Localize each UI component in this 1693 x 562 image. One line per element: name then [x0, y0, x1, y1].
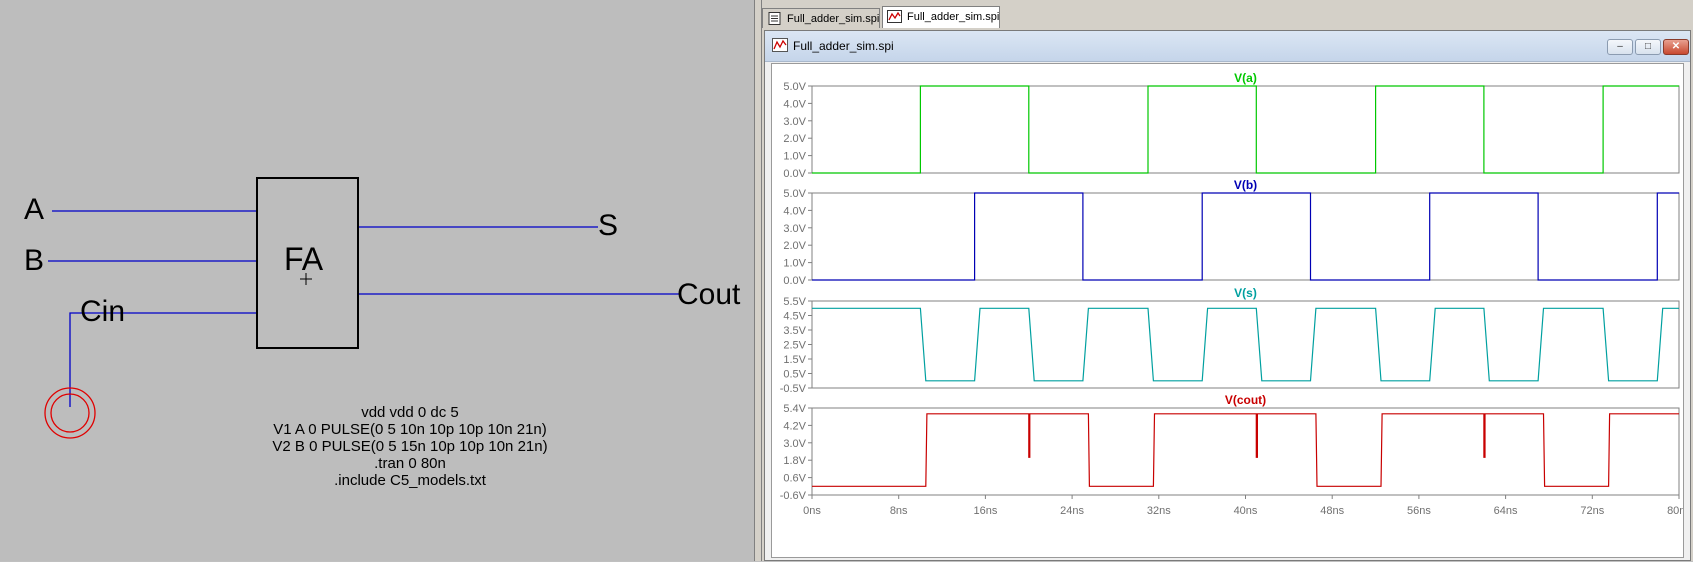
y-tick-label: 5.4V [783, 403, 806, 415]
waveform-pane-2[interactable]: V(s) 5.5V 4.5V 3.5V 2.5V 1.5V 0.5V -0.5V [780, 286, 1680, 395]
y-tick-label: 4.5V [783, 311, 806, 323]
directive-line: vdd vdd 0 dc 5 [361, 404, 459, 421]
y-tick-label: 4.0V [783, 205, 806, 217]
waveform-icon [887, 10, 902, 23]
waveform-window: Full_adder_sim.spi – □ ✕ V(a) 5.0V 4.0V 3.0… [764, 30, 1691, 561]
y-tick-label: 0.5V [783, 369, 806, 381]
x-tick-label: 40ns [1234, 505, 1258, 517]
y-tick-label: 5.0V [783, 81, 806, 93]
x-tick-label: 8ns [890, 505, 908, 517]
pin-label-cin[interactable]: Cin [80, 295, 125, 329]
window-titlebar[interactable]: Full_adder_sim.spi – □ ✕ [765, 31, 1690, 62]
y-tick-label: 0.0V [783, 168, 806, 180]
pane-splitter[interactable] [754, 0, 762, 561]
y-tick-label: 2.5V [783, 340, 806, 352]
schematic-canvas[interactable]: A B Cin S Cout FA vdd vdd 0 dc 5 V1 A 0 … [0, 0, 754, 561]
y-tick-label: 1.0V [783, 151, 806, 163]
plot-frame [811, 192, 1680, 281]
directive-line: .include C5_models.txt [334, 472, 486, 489]
tab-netlist-label: Full_adder_sim.spi [787, 13, 880, 25]
y-tick-label: 4.2V [783, 420, 806, 432]
tab-bar: Full_adder_sim.spi Full_adder_sim.spi [762, 6, 1693, 28]
trace-line [812, 85, 1679, 174]
x-tick-label: 72ns [1580, 505, 1604, 517]
plot-area[interactable]: V(a) 5.0V 4.0V 3.0V 2.0V 1.0V 0.0V V(b) 5.0V 4.0V… [771, 63, 1692, 558]
directive-line: .tran 0 80n [374, 455, 446, 472]
directive-line: V1 A 0 PULSE(0 5 10n 10p 10p 10n 21n) [273, 421, 547, 438]
restore-button[interactable]: □ [1635, 39, 1661, 55]
y-tick-label: -0.5V [780, 383, 807, 395]
trace-title[interactable]: V(cout) [1225, 393, 1266, 407]
y-tick-label: 3.0V [783, 438, 806, 450]
tab-waveform-label: Full_adder_sim.spi [907, 11, 1000, 23]
waveform-pane-1[interactable]: V(b) 5.0V 4.0V 3.0V 2.0V 1.0V 0.0V [783, 178, 1680, 287]
tab-netlist[interactable]: Full_adder_sim.spi [762, 8, 880, 28]
directive-line: V2 B 0 PULSE(0 5 15n 10p 10p 10n 21n) [272, 438, 548, 455]
plot-frame [811, 407, 1680, 496]
pin-label-b[interactable]: B [24, 244, 44, 278]
y-tick-label: 2.0V [783, 240, 806, 252]
minimize-button[interactable]: – [1607, 39, 1633, 55]
pin-label-s[interactable]: S [598, 209, 618, 243]
y-tick-label: 2.0V [783, 133, 806, 145]
y-tick-label: 0.0V [783, 275, 806, 287]
plot-frame [811, 85, 1680, 174]
x-tick-label: 56ns [1407, 505, 1431, 517]
trace-line [812, 192, 1679, 281]
window-title: Full_adder_sim.spi [793, 39, 894, 53]
waveform-pane-3[interactable]: V(cout) 5.4V 4.2V 3.0V 1.8V 0.6V -0.6V 0ns 8ns 16… [780, 393, 1692, 517]
waveform-plots: V(a) 5.0V 4.0V 3.0V 2.0V 1.0V 0.0V V(b) 5.0V 4.0V… [780, 71, 1692, 517]
y-tick-label: 1.5V [783, 354, 806, 366]
waveform-pane: Full_adder_sim.spi Full_adder_sim.spi Fu… [762, 0, 1693, 561]
y-tick-label: 3.0V [783, 116, 806, 128]
netlist-file-icon [768, 12, 781, 25]
y-tick-label: 3.0V [783, 223, 806, 235]
y-tick-label: 3.5V [783, 325, 806, 337]
x-tick-label: 80ns [1667, 505, 1683, 517]
x-tick-label: 0ns [803, 505, 821, 517]
waveform-pane-0[interactable]: V(a) 5.0V 4.0V 3.0V 2.0V 1.0V 0.0V [783, 71, 1680, 180]
trace-title[interactable]: V(b) [1234, 178, 1257, 192]
full-adder-label: FA [284, 241, 324, 277]
waveform-window-icon [772, 38, 788, 52]
trace-line [812, 413, 1679, 487]
close-button[interactable]: ✕ [1663, 39, 1689, 55]
y-tick-label: 5.5V [783, 296, 806, 308]
trace-title[interactable]: V(a) [1234, 71, 1257, 85]
x-tick-label: 64ns [1494, 505, 1518, 517]
pin-label-a[interactable]: A [24, 193, 44, 227]
x-tick-label: 24ns [1060, 505, 1084, 517]
y-tick-label: 0.6V [783, 473, 806, 485]
spice-directive[interactable]: vdd vdd 0 dc 5 V1 A 0 PULSE(0 5 10n 10p … [240, 404, 580, 489]
y-tick-label: 4.0V [783, 98, 806, 110]
x-tick-label: 32ns [1147, 505, 1171, 517]
y-tick-label: 1.8V [783, 455, 806, 467]
trace-line [812, 307, 1679, 382]
trace-title[interactable]: V(s) [1234, 286, 1257, 300]
y-tick-label: -0.6V [780, 490, 807, 502]
y-tick-label: 1.0V [783, 258, 806, 270]
y-tick-label: 5.0V [783, 188, 806, 200]
pin-label-cout[interactable]: Cout [677, 278, 740, 312]
x-tick-label: 16ns [973, 505, 997, 517]
x-tick-label: 48ns [1320, 505, 1344, 517]
tab-waveform[interactable]: Full_adder_sim.spi [882, 6, 1000, 28]
plot-frame [811, 300, 1680, 389]
